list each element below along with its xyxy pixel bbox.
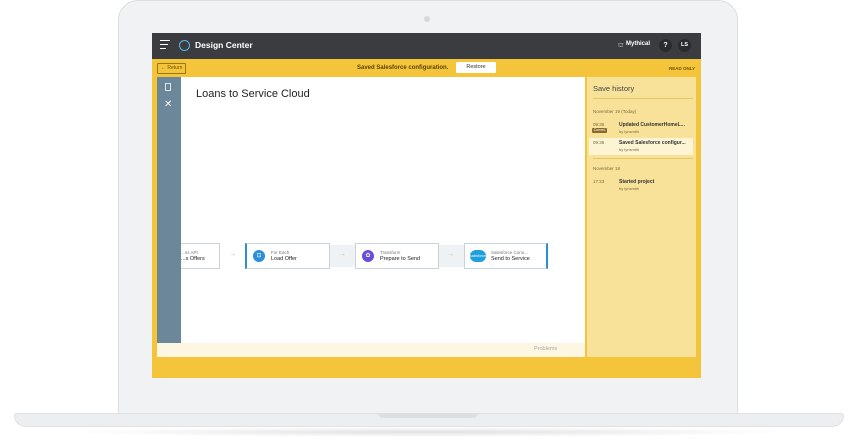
read-only-badge: READ ONLY bbox=[669, 66, 696, 71]
day-label: November 19 (Today) bbox=[593, 109, 637, 114]
flow-node-salesforce[interactable]: salesforce Salesforce Conn... Send to Se… bbox=[464, 243, 548, 269]
entry-author: by lynsmith bbox=[619, 186, 640, 191]
node-name-label: Load Offer bbox=[271, 256, 297, 262]
history-entry-selected[interactable]: 09:36 Saved Salesforce configur... by ly… bbox=[589, 138, 693, 155]
camera-dot bbox=[424, 16, 430, 22]
entry-time: 17:23 bbox=[593, 179, 605, 184]
salesforce-cloud-icon: salesforce bbox=[470, 250, 486, 262]
divider bbox=[593, 158, 693, 159]
flow-canvas: Loans to Service Cloud ...ns API ...s Of… bbox=[181, 77, 585, 343]
history-title: Save history bbox=[593, 84, 635, 93]
day-label: November 18 bbox=[593, 166, 621, 171]
tools-icon[interactable]: ✕ bbox=[164, 99, 172, 110]
arrow-icon: → bbox=[229, 251, 236, 258]
entry-time: 09:36 bbox=[593, 140, 605, 145]
entry-title: Started project bbox=[619, 179, 655, 185]
current-badge: Current bbox=[592, 128, 607, 133]
entry-author: by lynsmith bbox=[619, 129, 640, 134]
return-button[interactable]: ← Return bbox=[157, 63, 187, 74]
node-name-label: ...s Offers bbox=[181, 256, 205, 262]
laptop-notch bbox=[378, 413, 478, 418]
node-name-label: Send to Service bbox=[491, 256, 530, 262]
org-icon: ⛫ bbox=[618, 43, 624, 49]
entry-time: 09:36 bbox=[593, 122, 605, 127]
node-name-label: Prepare to Send bbox=[380, 256, 421, 262]
flow-node-for-each[interactable]: ⊡ For Each Load Offer bbox=[245, 243, 330, 269]
flow-node-api[interactable]: ...ns API ...s Offers bbox=[181, 243, 220, 269]
restore-button[interactable]: Restore bbox=[456, 62, 496, 73]
hamburger-menu-icon[interactable] bbox=[160, 40, 170, 51]
left-rail: ✕ bbox=[157, 77, 181, 343]
node-type-label: ...ns API bbox=[181, 250, 198, 255]
top-bar: Design Center ⛫ Mythical ? LS bbox=[152, 33, 701, 59]
problems-panel[interactable]: Problems bbox=[157, 343, 585, 357]
flow-node-transform[interactable]: ✿ Transform Prepare to Send bbox=[355, 243, 439, 269]
history-entry[interactable]: 17:23 Started project by lynsmith bbox=[589, 177, 693, 194]
entry-title: Saved Salesforce configur... bbox=[619, 140, 686, 146]
app-title: Design Center bbox=[195, 40, 253, 50]
history-entry[interactable]: 09:36 Current Updated CustomerHomeL... b… bbox=[589, 120, 693, 137]
app-screen: Design Center ⛫ Mythical ? LS ← Return S… bbox=[152, 33, 701, 378]
notice-bar: ← Return Saved Salesforce configuration.… bbox=[152, 59, 701, 77]
saved-message: Saved Salesforce configuration. bbox=[357, 65, 449, 71]
user-avatar[interactable]: LS bbox=[678, 39, 691, 52]
for-each-icon: ⊡ bbox=[253, 250, 265, 262]
transform-icon: ✿ bbox=[362, 250, 374, 262]
entry-author: by lynsmith bbox=[619, 147, 640, 152]
arrow-icon: → bbox=[447, 251, 454, 258]
help-button[interactable]: ? bbox=[659, 39, 672, 52]
org-selector[interactable]: Mythical bbox=[626, 41, 650, 47]
node-type-label: Salesforce Conn... bbox=[491, 250, 529, 255]
design-center-logo-icon bbox=[179, 40, 190, 51]
save-history-panel: Save history November 19 (Today) 09:36 C… bbox=[587, 77, 696, 357]
arrow-icon: → bbox=[339, 251, 346, 258]
node-type-label: For Each bbox=[271, 250, 290, 255]
problems-label: Problems bbox=[534, 346, 558, 352]
project-title: Loans to Service Cloud bbox=[196, 88, 310, 100]
entry-title: Updated CustomerHomeL... bbox=[619, 122, 685, 128]
divider bbox=[593, 98, 693, 99]
node-type-label: Transform bbox=[380, 250, 401, 255]
document-icon[interactable] bbox=[165, 83, 171, 91]
laptop-shadow bbox=[60, 427, 797, 437]
